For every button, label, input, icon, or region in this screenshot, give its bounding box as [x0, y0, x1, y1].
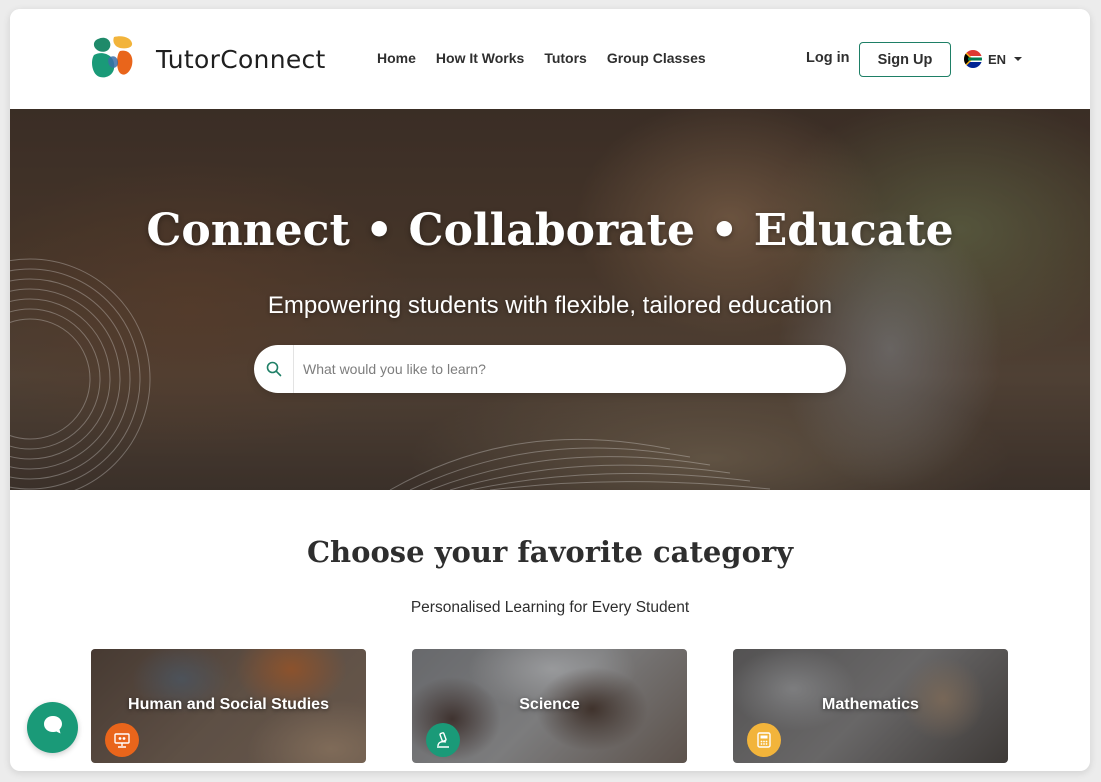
nav-home[interactable]: Home — [377, 50, 416, 66]
main-nav: Home How It Works Tutors Group Classes — [377, 50, 706, 66]
presentation-icon — [105, 723, 139, 757]
language-selector[interactable]: EN — [964, 50, 1023, 68]
microscope-icon — [426, 723, 460, 757]
category-card-human-social-studies[interactable]: Human and Social Studies — [91, 649, 366, 763]
category-section-title: Choose your favorite category — [306, 535, 794, 569]
nav-how-it-works[interactable]: How It Works — [436, 50, 524, 66]
hero-title: Connect • Collaborate • Educate — [146, 205, 954, 256]
logo[interactable]: TutorConnect — [90, 33, 326, 85]
signup-button[interactable]: Sign Up — [859, 42, 951, 77]
category-card-mathematics[interactable]: Mathematics — [733, 649, 1008, 763]
caret-down-icon — [1014, 57, 1023, 61]
category-label: Human and Social Studies — [128, 696, 329, 713]
category-card-science[interactable]: Science — [412, 649, 687, 763]
hero-banner: Connect • Collaborate • Educate Empoweri… — [10, 109, 1090, 490]
logo-text: TutorConnect — [156, 44, 326, 74]
search-bar — [254, 345, 846, 393]
search-icon[interactable] — [254, 345, 294, 393]
calculator-icon — [747, 723, 781, 757]
logo-icon — [90, 33, 142, 85]
south-africa-flag-icon — [964, 50, 982, 68]
category-label: Science — [519, 696, 580, 713]
site-header: TutorConnect Home How It Works Tutors Gr… — [10, 9, 1090, 109]
category-label: Mathematics — [822, 696, 919, 713]
hero-subtitle: Empowering students with flexible, tailo… — [267, 292, 833, 319]
nav-group-classes[interactable]: Group Classes — [607, 50, 706, 66]
login-link[interactable]: Log in — [806, 50, 850, 66]
search-input[interactable] — [294, 346, 846, 392]
chat-bubble-icon — [41, 713, 65, 742]
chat-widget-button[interactable] — [27, 702, 78, 753]
nav-tutors[interactable]: Tutors — [544, 50, 587, 66]
category-section-subtitle: Personalised Learning for Every Student — [410, 599, 690, 616]
language-code: EN — [988, 51, 1007, 67]
page-frame: TutorConnect Home How It Works Tutors Gr… — [10, 9, 1090, 771]
